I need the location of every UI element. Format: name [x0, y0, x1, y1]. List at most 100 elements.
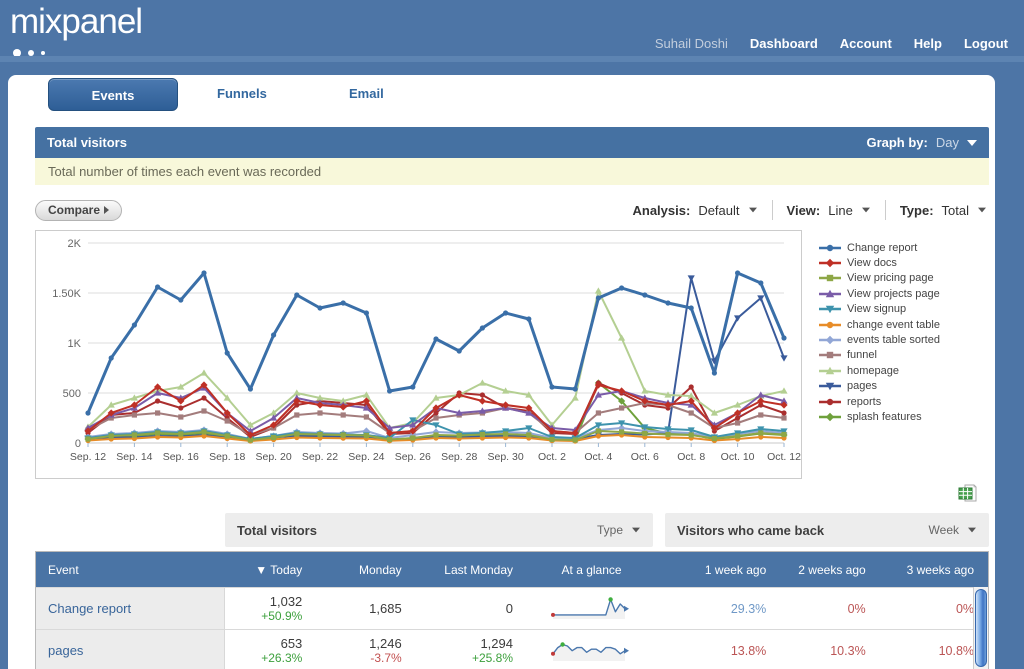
- legend-item-view-signup[interactable]: View signup: [818, 302, 940, 317]
- legend-item-funnel[interactable]: funnel: [818, 348, 940, 363]
- x-axis-tick-label: Oct. 2: [538, 451, 566, 463]
- y-axis-tick-label: 1K: [68, 338, 82, 350]
- cell-value: 1,032: [225, 594, 302, 609]
- legend-marker-icon: [818, 289, 842, 299]
- graph-by-value[interactable]: Day: [936, 135, 959, 150]
- analysis-value[interactable]: Default: [698, 203, 739, 218]
- column-header-lastmon: Last Monday: [416, 563, 527, 577]
- total-visitors-table-header: Total visitors Type: [225, 513, 653, 547]
- graph-by-dropdown-icon[interactable]: [967, 140, 977, 146]
- value-cell: 1,032+50.9%: [225, 588, 316, 629]
- type-table-dropdown-icon[interactable]: [632, 528, 640, 533]
- column-header-event: Event: [36, 563, 225, 577]
- tab-funnels[interactable]: Funnels: [217, 86, 267, 101]
- legend-item-view-projects-page[interactable]: View projects page: [818, 286, 940, 301]
- legend-marker-icon: [818, 350, 842, 360]
- legend-item-events-table-sorted[interactable]: events table sorted: [818, 332, 940, 347]
- value-cell: 1,685: [316, 588, 415, 629]
- excel-export-icon[interactable]: [957, 483, 978, 509]
- header-divider-strip: [0, 56, 1024, 62]
- legend-item-view-pricing-page[interactable]: View pricing page: [818, 271, 940, 286]
- tab-events[interactable]: Events: [48, 78, 178, 111]
- analysis-dropdown-icon[interactable]: [749, 208, 757, 213]
- at-a-glance-cell: [527, 588, 656, 629]
- legend-marker-icon: [818, 381, 842, 391]
- week-percent-value: 13.8%: [656, 644, 766, 658]
- legend-item-reports[interactable]: reports: [818, 394, 940, 409]
- legend-item-change-event-table[interactable]: change event table: [818, 317, 940, 332]
- legend-item-homepage[interactable]: homepage: [818, 363, 940, 378]
- report-title: Total visitors: [47, 135, 127, 150]
- cell-value: 1,246: [316, 636, 401, 651]
- week-percent-cell: 29.3%: [656, 588, 780, 629]
- line-chart: 05001K1.50K2KSep. 12Sep. 14Sep. 16Sep. 1…: [35, 230, 802, 479]
- nav-link-dashboard[interactable]: Dashboard: [750, 36, 818, 51]
- table-section-headers: Total visitors Type Visitors who came ba…: [35, 513, 989, 547]
- legend-label: pages: [847, 380, 877, 392]
- cell-change: +50.9%: [225, 609, 302, 623]
- mixpanel-logo[interactable]: mixpanel: [10, 2, 142, 42]
- analysis-label: Analysis:: [633, 203, 691, 218]
- cell-value: 1,294: [416, 636, 513, 651]
- cell-change: +26.3%: [225, 651, 302, 665]
- compare-arrow-icon: [104, 206, 109, 214]
- user-name[interactable]: Suhail Doshi: [655, 36, 728, 51]
- nav-link-logout[interactable]: Logout: [964, 36, 1008, 51]
- legend-marker-icon: [818, 320, 842, 330]
- type-dropdown-icon[interactable]: [978, 208, 986, 213]
- legend-marker-icon: [818, 304, 842, 314]
- view-dropdown-icon[interactable]: [862, 208, 870, 213]
- nav-link-account[interactable]: Account: [840, 36, 892, 51]
- x-axis-tick-label: Oct. 8: [677, 451, 705, 463]
- column-header-w3: 3 weeks ago: [880, 563, 988, 577]
- week-percent-value: 0%: [780, 602, 865, 616]
- type-dropdown-value[interactable]: Type: [597, 523, 623, 537]
- legend-marker-icon: [818, 243, 842, 253]
- event-link[interactable]: pages: [36, 630, 225, 669]
- sparkline: [548, 596, 636, 622]
- view-label: View:: [787, 203, 821, 218]
- legend-item-change-report[interactable]: Change report: [818, 240, 940, 255]
- export-row: [35, 479, 989, 505]
- cell-change: -3.7%: [316, 651, 401, 665]
- x-axis-tick-label: Sep. 12: [70, 451, 106, 463]
- column-header-glance: At a glance: [527, 563, 656, 577]
- week-table-dropdown-icon[interactable]: [968, 528, 976, 533]
- legend-label: View docs: [847, 257, 897, 269]
- legend-item-pages[interactable]: pages: [818, 379, 940, 394]
- legend-label: events table sorted: [847, 334, 940, 346]
- week-percent-value: 0%: [880, 602, 974, 616]
- y-axis-tick-label: 500: [63, 388, 81, 400]
- week-dropdown-value[interactable]: Week: [929, 523, 959, 537]
- column-header-w1: 1 week ago: [656, 563, 780, 577]
- legend-item-view-docs[interactable]: View docs: [818, 255, 940, 270]
- table-scrollbar-thumb[interactable]: [975, 589, 987, 667]
- event-link[interactable]: Change report: [36, 588, 225, 629]
- x-axis-tick-label: Sep. 28: [441, 451, 477, 463]
- x-axis-tick-label: Oct. 12: [767, 451, 801, 463]
- cell-value: 1,685: [316, 601, 401, 616]
- tab-email[interactable]: Email: [349, 86, 384, 101]
- type-label: Type:: [900, 203, 934, 218]
- came-back-table-title: Visitors who came back: [677, 523, 824, 538]
- table-scrollbar[interactable]: [973, 587, 988, 669]
- legend-item-splash-features[interactable]: splash features: [818, 409, 940, 424]
- x-axis-tick-label: Oct. 4: [584, 451, 612, 463]
- legend-label: splash features: [847, 411, 922, 423]
- chart-legend: Change reportView docsView pricing pageV…: [818, 230, 940, 479]
- legend-label: homepage: [847, 365, 899, 377]
- nav-link-help[interactable]: Help: [914, 36, 942, 51]
- y-axis-tick-label: 2K: [68, 238, 82, 250]
- legend-label: View signup: [847, 303, 906, 315]
- column-header-today[interactable]: ▼ Today: [225, 563, 316, 577]
- report-header-bar: Total visitors Graph by: Day: [35, 127, 989, 158]
- type-value[interactable]: Total: [942, 203, 969, 218]
- x-axis-tick-label: Oct. 6: [631, 451, 659, 463]
- cell-change: +25.8%: [416, 651, 513, 665]
- view-value[interactable]: Line: [828, 203, 853, 218]
- compare-button[interactable]: Compare: [35, 200, 122, 221]
- value-cell: 0: [416, 588, 527, 629]
- cell-value: 0: [416, 601, 513, 616]
- legend-label: funnel: [847, 349, 877, 361]
- table-row: Change report1,032+50.9%1,685029.3%0%0%: [36, 587, 988, 629]
